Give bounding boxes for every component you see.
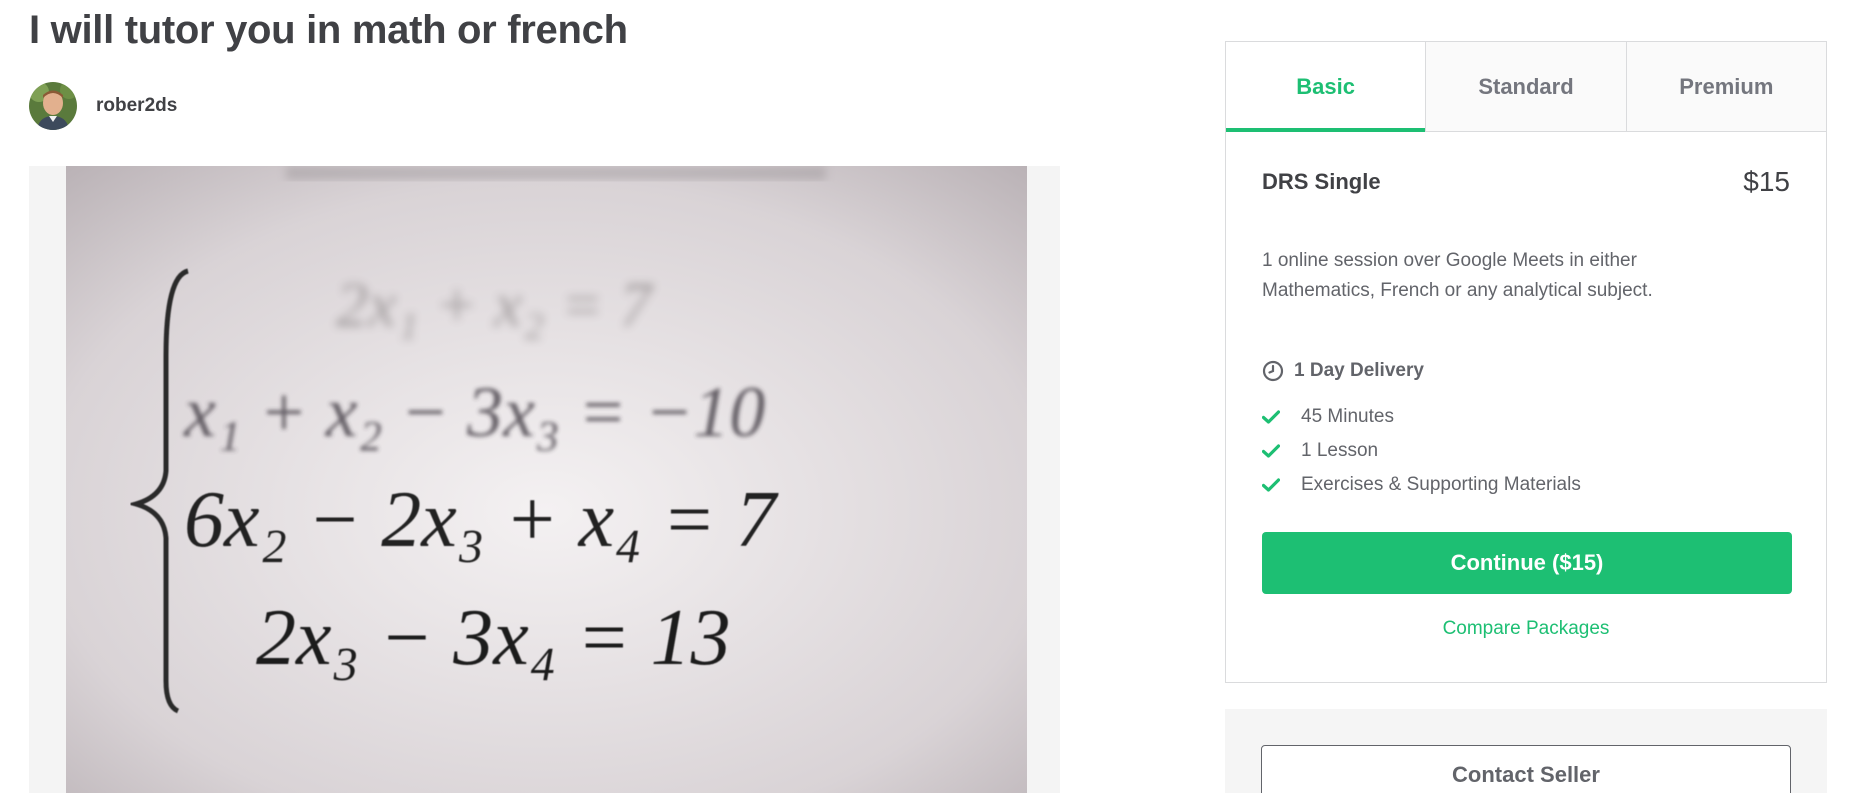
list-item: 45 Minutes [1262,400,1790,434]
equation-row-1: 2x₁ + x₂ = 7 [336,269,655,340]
tab-standard[interactable]: Standard [1425,42,1626,131]
package-description: 1 online session over Google Meets in ei… [1262,250,1653,301]
seller-username[interactable]: rober2ds [96,95,177,117]
check-icon [1262,478,1284,492]
delivery-label: 1 Day Delivery [1294,360,1424,381]
linear-equations-photo[interactable]: 2x₁ + x₂ = 7 x₁ + x₂ − 3x₃ = −10 6x₂ − 2… [66,166,1027,793]
package-header: DRS Single $15 [1262,166,1790,198]
equation-row-3: 6x₂ − 2x₃ + x₄ = 7 [184,476,779,564]
seller-info: rober2ds [29,82,177,130]
package-content: DRS Single $15 1 online session over Goo… [1226,166,1826,640]
feature-label: 45 Minutes [1301,406,1394,427]
list-item: Exercises & Supporting Materials [1262,468,1790,502]
package-price: $15 [1743,166,1790,197]
check-icon [1262,410,1284,424]
contact-seller-button[interactable]: Contact Seller [1261,745,1791,793]
check-icon [1262,444,1284,458]
compare-packages-link[interactable]: Compare Packages [1262,618,1790,640]
continue-button[interactable]: Continue ($15) [1262,532,1792,594]
feature-label: 1 Lesson [1301,440,1379,461]
avatar[interactable] [29,82,77,130]
delivery-time: 1 Day Delivery [1262,360,1790,382]
equation-row-2: x₁ + x₂ − 3x₃ = −10 [183,372,765,452]
gig-page: I will tutor you in math or french rober… [0,0,1851,793]
contact-panel: Contact Seller [1225,709,1827,793]
tab-basic[interactable]: Basic [1226,42,1426,132]
package-card: Basic Standard Premium DRS Single $15 1 … [1225,41,1827,683]
package-name: DRS Single [1262,169,1381,194]
gig-gallery: 2x₁ + x₂ = 7 x₁ + x₂ − 3x₃ = −10 6x₂ − 2… [29,166,1060,793]
equation-row-4: 2x₃ − 3x₄ = 13 [256,594,731,682]
package-tabs: Basic Standard Premium [1226,42,1826,132]
person-avatar-icon [29,82,77,130]
list-item: 1 Lesson [1262,434,1790,468]
gig-title: I will tutor you in math or french [29,8,628,52]
tab-premium[interactable]: Premium [1625,42,1826,131]
feature-label: Exercises & Supporting Materials [1301,474,1581,495]
feature-list: 45 Minutes 1 Lesson Exercises & Supporti… [1262,400,1790,502]
clock-icon [1262,360,1284,382]
